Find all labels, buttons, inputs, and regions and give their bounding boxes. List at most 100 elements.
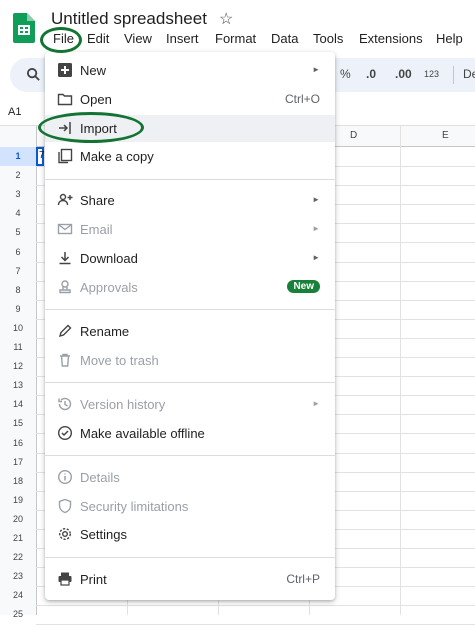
new-badge: New xyxy=(287,280,320,293)
shortcut-label: Ctrl+O xyxy=(284,92,320,106)
sheets-logo-icon[interactable] xyxy=(13,13,35,43)
row-header-1[interactable]: 1 xyxy=(0,147,36,166)
font-select[interactable]: De xyxy=(463,67,475,81)
gear-icon xyxy=(58,527,72,541)
menu-item-open[interactable]: Open Ctrl+O xyxy=(45,86,335,113)
menu-item-email: Email ► xyxy=(45,216,335,243)
row-header-18[interactable]: 18 xyxy=(0,472,36,491)
menu-separator xyxy=(45,179,335,180)
menu-view[interactable]: View xyxy=(124,31,152,46)
pencil-icon xyxy=(58,324,72,338)
row-header-4[interactable]: 4 xyxy=(0,204,36,223)
menu-item-label: Make available offline xyxy=(80,426,205,441)
menu-item-label: Version history xyxy=(80,397,166,412)
star-outline-icon[interactable]: ☆ xyxy=(219,9,233,29)
menu-insert[interactable]: Insert xyxy=(166,31,199,46)
menu-item-settings[interactable]: Settings xyxy=(45,521,335,548)
menu-item-label: Rename xyxy=(80,324,130,339)
row-header-11[interactable]: 11 xyxy=(0,338,36,357)
row-header-8[interactable]: 8 xyxy=(0,281,36,300)
column-divider xyxy=(400,126,401,615)
menu-item-security-limitations: Security limitations xyxy=(45,493,335,520)
menu-item-label: Settings xyxy=(80,527,127,542)
menu-extensions[interactable]: Extensions xyxy=(359,31,423,46)
import-highlight-circle xyxy=(38,112,144,143)
menu-item-rename[interactable]: Rename xyxy=(45,318,335,345)
row-header-13[interactable]: 13 xyxy=(0,376,36,395)
row-header-22[interactable]: 22 xyxy=(0,548,36,567)
menu-item-print[interactable]: Print Ctrl+P xyxy=(45,566,335,593)
menu-format[interactable]: Format xyxy=(215,31,256,46)
menu-separator xyxy=(45,557,335,558)
file-menu-highlight-circle xyxy=(40,27,82,53)
menu-item-make-available-offline[interactable]: Make available offline xyxy=(45,420,335,447)
menu-data[interactable]: Data xyxy=(271,31,298,46)
row-header-7[interactable]: 7 xyxy=(0,262,36,281)
trash-icon xyxy=(60,353,70,367)
row-header-2[interactable]: 2 xyxy=(0,166,36,185)
folder-icon xyxy=(57,93,73,106)
row-header-9[interactable]: 9 xyxy=(0,300,36,319)
menu-help[interactable]: Help xyxy=(436,31,463,46)
menu-item-label: Approvals xyxy=(80,280,138,295)
menu-separator xyxy=(45,455,335,456)
number-format-button[interactable]: 123 xyxy=(424,69,439,79)
document-title[interactable]: Untitled spreadsheet xyxy=(51,9,207,29)
row-header-24[interactable]: 24 xyxy=(0,586,36,605)
decrease-decimal-button[interactable]: .0 xyxy=(366,67,376,81)
menu-item-label: Security limitations xyxy=(80,499,189,514)
percent-format-button[interactable]: % xyxy=(340,67,351,81)
menu-item-make-a-copy[interactable]: Make a copy xyxy=(45,143,335,170)
name-box[interactable]: A1 xyxy=(8,106,21,118)
menu-item-new[interactable]: New ► xyxy=(45,57,335,84)
shortcut-label: Ctrl+P xyxy=(286,572,320,586)
menu-item-share[interactable]: Share ► xyxy=(45,187,335,214)
submenu-arrow-icon: ► xyxy=(312,399,320,408)
row-header-14[interactable]: 14 xyxy=(0,395,36,414)
menu-separator xyxy=(45,309,335,310)
row-header-17[interactable]: 17 xyxy=(0,453,36,472)
menu-edit[interactable]: Edit xyxy=(87,31,109,46)
history-icon xyxy=(58,397,72,411)
menu-item-label: Open xyxy=(80,92,112,107)
row-header-5[interactable]: 5 xyxy=(0,223,36,242)
person-add-icon xyxy=(57,193,73,206)
email-icon xyxy=(57,223,73,235)
download-icon xyxy=(59,252,71,265)
menu-item-approvals: Approvals New xyxy=(45,274,335,301)
menu-item-download[interactable]: Download ► xyxy=(45,245,335,272)
row-header-20[interactable]: 20 xyxy=(0,510,36,529)
row-header-21[interactable]: 21 xyxy=(0,529,36,548)
row-header-16[interactable]: 16 xyxy=(0,434,36,453)
menu-item-label: Move to trash xyxy=(80,353,159,368)
increase-decimal-button[interactable]: .00 xyxy=(395,67,412,81)
row-header-6[interactable]: 6 xyxy=(0,243,36,262)
row-header-10[interactable]: 10 xyxy=(0,319,36,338)
menu-item-label: Print xyxy=(80,572,107,587)
offline-check-icon xyxy=(57,425,73,441)
menu-tools[interactable]: Tools xyxy=(313,31,343,46)
menu-item-label: Make a copy xyxy=(80,149,154,164)
menu-item-details: Details xyxy=(45,464,335,491)
copy-icon xyxy=(58,148,73,164)
submenu-arrow-icon: ► xyxy=(312,253,320,262)
row-header-23[interactable]: 23 xyxy=(0,567,36,586)
toolbar-divider xyxy=(453,66,454,84)
cell-a1-value: 7 xyxy=(39,150,45,161)
info-icon xyxy=(57,469,73,485)
menu-item-label: New xyxy=(80,63,107,78)
approvals-icon xyxy=(59,280,71,294)
menu-item-label: Details xyxy=(80,470,120,485)
column-header-d[interactable]: D xyxy=(350,130,357,141)
row-header-19[interactable]: 19 xyxy=(0,491,36,510)
row-divider xyxy=(36,605,475,606)
submenu-arrow-icon: ► xyxy=(312,224,320,233)
search-icon[interactable] xyxy=(26,67,41,82)
row-header-12[interactable]: 12 xyxy=(0,357,36,376)
row-header-15[interactable]: 15 xyxy=(0,414,36,433)
column-header-e[interactable]: E xyxy=(442,130,449,141)
row-header-3[interactable]: 3 xyxy=(0,185,36,204)
submenu-arrow-icon: ► xyxy=(312,65,320,74)
menu-item-label: Email xyxy=(80,222,113,237)
menu-item-label: Download xyxy=(80,251,138,266)
